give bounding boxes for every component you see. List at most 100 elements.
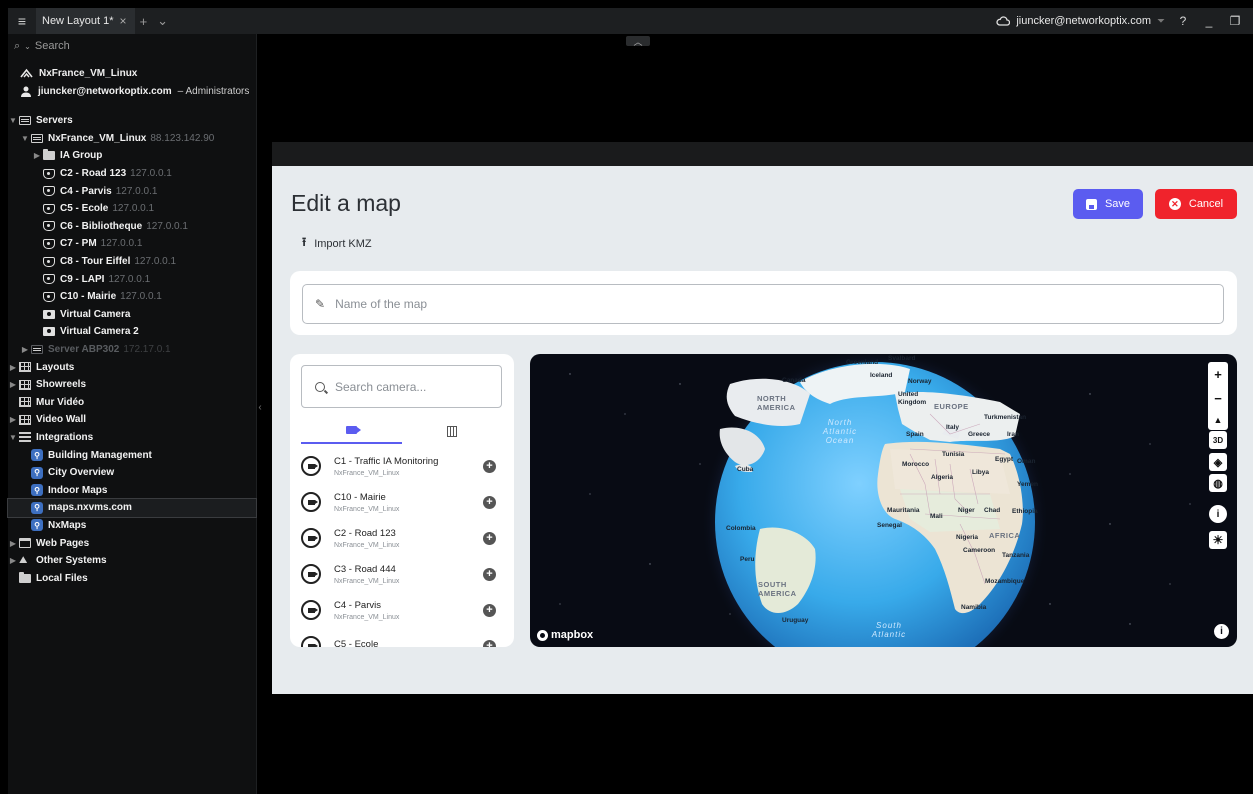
tree-virtual-camera[interactable]: Virtual Camera — [8, 306, 256, 324]
tree-camera[interactable]: C5 - Ecole 127.0.0.1 — [8, 200, 256, 218]
tree-video-wall[interactable]: ▶ Video Wall — [8, 411, 256, 429]
list-item[interactable]: C3 - Road 444 NxFrance_VM_Linux + — [301, 556, 502, 592]
layers-icon[interactable]: ◈ — [1209, 453, 1227, 471]
close-tab-icon[interactable]: × — [120, 14, 127, 28]
search-input[interactable]: Search — [35, 40, 70, 52]
collapsed-arrow-icon[interactable]: ▶ — [20, 345, 30, 354]
tree-integration[interactable]: ⚲ Building Management — [8, 446, 256, 464]
compass-button[interactable]: ▲ — [1214, 415, 1223, 425]
tab-maps[interactable] — [402, 418, 503, 444]
tree-showreels[interactable]: ▶ Showreels — [8, 376, 256, 394]
restore-window-icon[interactable]: ❐ — [1227, 14, 1243, 28]
expanded-arrow-icon[interactable]: ▼ — [20, 134, 30, 143]
collapse-sidebar-icon[interactable]: ‹ — [256, 395, 264, 419]
search-options-chevron-icon[interactable]: ⌄ — [24, 42, 31, 51]
list-item[interactable]: C1 - Traffic IA Monitoring NxFrance_VM_Li… — [301, 448, 502, 484]
tree-camera[interactable]: C2 - Road 123 127.0.0.1 — [8, 165, 256, 183]
video-camera-icon — [345, 426, 361, 434]
collapsed-arrow-icon[interactable]: ▶ — [8, 363, 18, 372]
collapsed-arrow-icon[interactable]: ▶ — [8, 380, 18, 389]
tree-camera[interactable]: C4 - Parvis 127.0.0.1 — [8, 182, 256, 200]
theme-icon[interactable]: ☀ — [1209, 531, 1227, 549]
system-name-row[interactable]: NxFrance_VM_Linux — [8, 64, 256, 82]
camera-list-card: Search camera... C1 - Traffic IA Monitor… — [290, 354, 514, 647]
map-label: Mali — [930, 513, 943, 520]
list-item[interactable]: C2 - Road 123 NxFrance_VM_Linux + — [301, 520, 502, 556]
tree-camera[interactable]: C9 - LAPI 127.0.0.1 — [8, 270, 256, 288]
layout-tab[interactable]: New Layout 1* × — [36, 8, 135, 34]
collapsed-arrow-icon[interactable]: ▶ — [32, 151, 42, 160]
add-camera-icon[interactable]: + — [483, 532, 496, 545]
attribution-info-icon[interactable]: i — [1214, 624, 1229, 639]
tree-server-other[interactable]: ▶ Server ABP302 172.17.0.1 — [8, 341, 256, 359]
map-label: Uruguay — [782, 617, 809, 624]
add-camera-icon[interactable]: + — [483, 604, 496, 617]
tree-integrations[interactable]: ▼ Integrations — [8, 429, 256, 447]
add-camera-icon[interactable]: + — [483, 460, 496, 473]
collapsed-arrow-icon[interactable]: ▶ — [8, 556, 18, 565]
list-item[interactable]: C10 - Mairie NxFrance_VM_Linux + — [301, 484, 502, 520]
zoom-out-button[interactable]: − — [1214, 391, 1222, 406]
tree-local-files[interactable]: Local Files — [8, 569, 256, 587]
map-label: EUROPE — [934, 402, 969, 411]
collapsed-arrow-icon[interactable]: ▶ — [8, 539, 18, 548]
camera-ip: 127.0.0.1 — [100, 238, 143, 250]
main-menu-icon[interactable]: ≡ — [8, 8, 36, 34]
tree-layouts[interactable]: ▶ Layouts — [8, 358, 256, 376]
map-label: North Atlantic Ocean — [822, 418, 858, 445]
help-button[interactable]: ? — [1175, 14, 1191, 28]
tabs-dropdown-icon[interactable]: ⌄ — [152, 13, 173, 29]
minimize-button[interactable]: _ — [1201, 14, 1217, 28]
add-camera-icon[interactable]: + — [483, 640, 496, 647]
tree-integration[interactable]: ⚲ City Overview — [8, 464, 256, 482]
tree-camera[interactable]: C10 - Mairie 127.0.0.1 — [8, 288, 256, 306]
import-kmz-button[interactable]: ⭱ Import KMZ — [302, 233, 372, 254]
camera-search-input[interactable]: Search camera... — [301, 365, 502, 408]
mapbox-logo[interactable]: mapbox — [537, 629, 593, 641]
add-tab-icon[interactable]: + — [135, 14, 153, 29]
map-label: Cameroon — [963, 547, 996, 554]
system-name: NxFrance_VM_Linux — [39, 67, 138, 79]
expanded-arrow-icon[interactable]: ▼ — [8, 116, 18, 125]
tree-camera[interactable]: C6 - Bibliotheque 127.0.0.1 — [8, 218, 256, 236]
expanded-arrow-icon[interactable]: ▼ — [8, 433, 18, 442]
tree-integration[interactable]: ⚲ NxMaps — [8, 517, 256, 535]
list-item[interactable]: C4 - Parvis NxFrance_VM_Linux + — [301, 592, 502, 628]
toggle-header-icon[interactable]: ︿ — [626, 36, 650, 47]
zoom-in-button[interactable]: + — [1214, 367, 1222, 382]
tree-server-main[interactable]: ▼ NxFrance_VM_Linux 88.123.142.90 — [8, 130, 256, 148]
tree-group[interactable]: ▶ IA Group — [8, 147, 256, 165]
info-icon[interactable]: i — [1209, 505, 1227, 523]
tree-label: NxFrance_VM_Linux — [48, 132, 147, 144]
tree-mur-video[interactable]: Mur Vidéo — [8, 394, 256, 412]
collapsed-arrow-icon[interactable]: ▶ — [8, 415, 18, 424]
tab-cameras[interactable] — [301, 418, 402, 444]
tree-servers[interactable]: ▼ Servers — [8, 112, 256, 130]
tree-web-pages[interactable]: ▶ Web Pages — [8, 534, 256, 552]
map-name-input[interactable]: ✎ Name of the map — [302, 284, 1224, 324]
list-item[interactable]: C5 - Ecole + — [301, 628, 502, 647]
camera-icon — [43, 221, 55, 232]
tree-integration-selected[interactable]: ⚲ maps.nxvms.com — [7, 498, 257, 518]
tree-virtual-camera[interactable]: Virtual Camera 2 — [8, 323, 256, 341]
map-label: Niger — [958, 507, 975, 514]
current-user-row[interactable]: jiuncker@networkoptix.com – Administrato… — [8, 82, 256, 100]
cloud-icon — [996, 16, 1011, 26]
tree-integration[interactable]: ⚲ Indoor Maps — [8, 481, 256, 499]
tree-camera[interactable]: C7 - PM 127.0.0.1 — [8, 235, 256, 253]
cancel-button[interactable]: ✕ Cancel — [1155, 189, 1237, 219]
server-icon — [31, 133, 43, 143]
3d-toggle-button[interactable]: 3D — [1209, 431, 1227, 449]
tree-camera[interactable]: C8 - Tour Eiffel 127.0.0.1 — [8, 253, 256, 271]
resource-search[interactable]: ⌕ ⌄ Search — [8, 34, 256, 58]
globe-icon[interactable]: ◍ — [1209, 474, 1227, 492]
map-view[interactable]: Greenland Svalbard Canada Iceland Norway… — [530, 354, 1237, 647]
user-account-button[interactable]: jiuncker@networkoptix.com ⏷ — [996, 15, 1165, 27]
save-button[interactable]: Save — [1073, 189, 1143, 219]
add-camera-icon[interactable]: + — [483, 496, 496, 509]
tree-other-systems[interactable]: ▶ ⛰ Other Systems — [8, 552, 256, 570]
map-label: Peru — [740, 556, 755, 563]
add-camera-icon[interactable]: + — [483, 568, 496, 581]
tree-label: City Overview — [48, 467, 115, 479]
tree-label: Mur Vidéo — [36, 396, 85, 408]
